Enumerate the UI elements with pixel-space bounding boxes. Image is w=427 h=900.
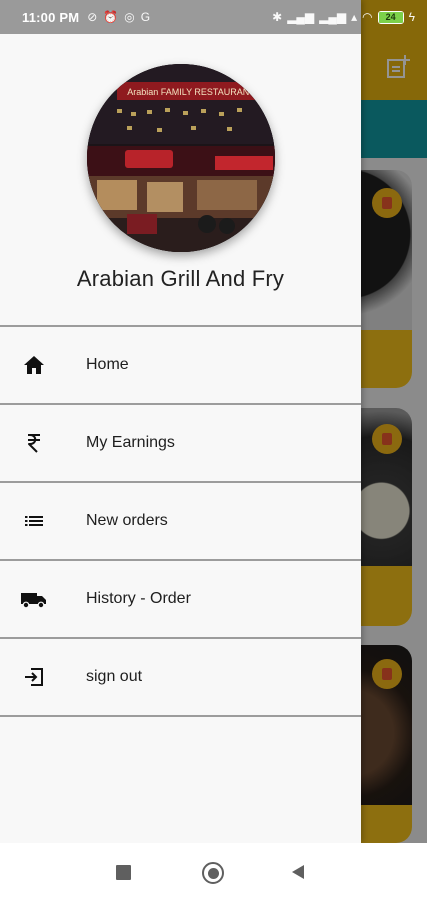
- back-button[interactable]: [292, 865, 304, 879]
- sign-out-icon: [20, 663, 48, 691]
- menu-item-new-orders[interactable]: New orders: [0, 483, 361, 559]
- wifi-icon: ◠: [362, 10, 373, 24]
- menu-item-label: My Earnings: [86, 434, 175, 451]
- volte-icon: ▴: [351, 10, 358, 24]
- google-icon: G: [140, 10, 151, 24]
- menu-item-label: History - Order: [86, 590, 191, 607]
- battery-icon: 24: [377, 10, 404, 24]
- menu-item-sign-out[interactable]: sign out: [0, 639, 361, 715]
- whatsapp-icon: ◎: [124, 10, 135, 24]
- navigation-drawer: Arabian FAMILY RESTAURANT Arabian Grill …: [0, 0, 361, 843]
- restaurant-photo: Arabian FAMILY RESTAURANT: [87, 64, 275, 252]
- rupee-icon: [20, 429, 48, 457]
- menu-item-my-earnings[interactable]: My Earnings: [0, 405, 361, 481]
- truck-icon: [20, 585, 48, 613]
- home-icon: [20, 351, 48, 379]
- status-bar: 11:00 PM ⊘ ⏰ ◎ G ✱ ▂▄▆ ▂▄▆ ▴ ◠ 24 ϟ: [0, 0, 427, 34]
- notification-icons: ⊘ ⏰ ◎ G: [87, 10, 150, 24]
- charging-icon: ϟ: [408, 10, 415, 24]
- restaurant-sign-text: Arabian FAMILY RESTAURANT: [127, 87, 255, 97]
- signal-icon: ▂▄▆: [287, 10, 315, 24]
- screen: Arabian FAMILY RESTAURANT Arabian Grill …: [0, 0, 427, 900]
- bluetooth-icon: ✱: [272, 10, 283, 24]
- menu-item-home[interactable]: Home: [0, 327, 361, 403]
- battery-level: 24: [378, 11, 403, 23]
- alarm-icon: ⏰: [103, 10, 119, 24]
- menu-item-history-order[interactable]: History - Order: [0, 561, 361, 637]
- menu-item-label: sign out: [86, 668, 143, 685]
- list-icon: [20, 507, 48, 535]
- status-time: 11:00 PM: [22, 9, 80, 25]
- drawer-menu: Home My Earnings New orders History - Or…: [0, 325, 361, 717]
- signal-icon: ▂▄▆: [319, 10, 347, 24]
- menu-divider: [0, 715, 361, 717]
- recents-button[interactable]: [116, 865, 131, 880]
- system-icons: ✱ ▂▄▆ ▂▄▆ ▴ ◠ 24 ϟ: [272, 10, 415, 24]
- menu-item-label: New orders: [86, 512, 168, 529]
- home-button[interactable]: [202, 862, 224, 884]
- system-navigation-bar: [0, 843, 427, 900]
- menu-item-label: Home: [86, 356, 129, 373]
- restaurant-name: Arabian Grill And Fry: [76, 266, 285, 291]
- no-sync-icon: ⊘: [87, 10, 98, 24]
